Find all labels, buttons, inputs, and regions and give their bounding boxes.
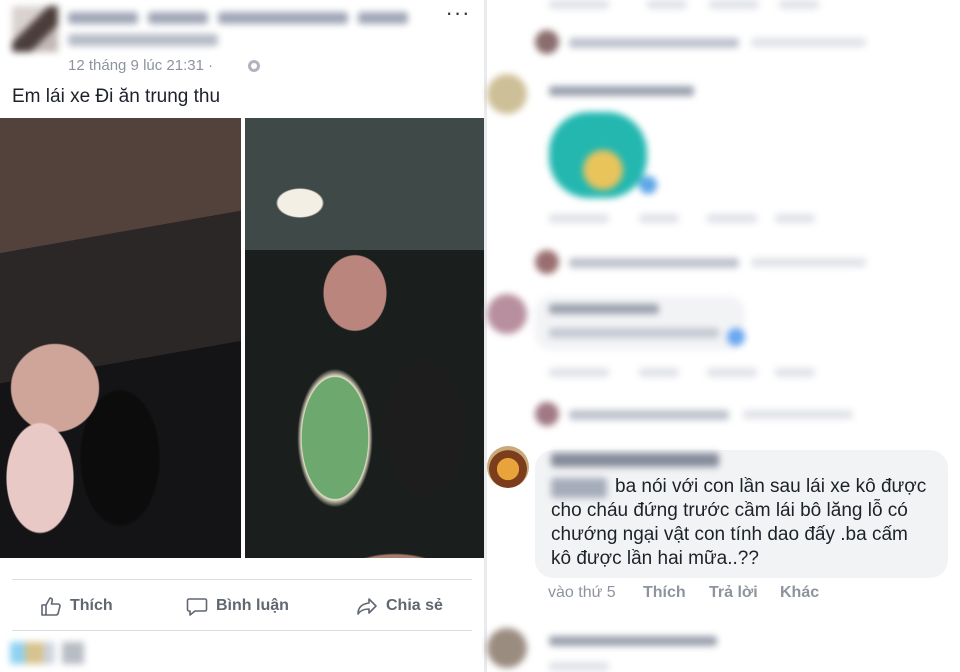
post-text: Em lái xe Đi ăn trung thu <box>12 86 221 107</box>
post-timestamp[interactable]: 12 tháng 9 lúc 21:31 · <box>68 57 213 74</box>
commenter-avatar[interactable] <box>487 446 529 488</box>
divider <box>12 579 472 580</box>
thumbs-up-icon <box>41 597 61 616</box>
comment-reply-link[interactable]: Trả lời <box>709 584 758 602</box>
like-button[interactable]: Thích <box>40 590 113 622</box>
author-name-blurred[interactable] <box>68 8 428 48</box>
comment-time[interactable]: vào thứ 5 <box>548 584 616 602</box>
divider <box>12 630 472 631</box>
comment-label: Bình luận <box>216 597 289 614</box>
avatar[interactable] <box>487 74 527 114</box>
like-label: Thích <box>70 597 113 614</box>
commenter-name-blurred[interactable] <box>551 453 719 467</box>
post-photo-1[interactable] <box>0 118 241 558</box>
post-panel: ··· 12 tháng 9 lúc 21:31 · Em lái xe Đi … <box>0 0 484 672</box>
comment-text: ba nói với con lần sau lái xe kô được ch… <box>551 476 927 569</box>
avatar[interactable] <box>535 30 559 54</box>
comment-button[interactable]: Bình luận <box>186 590 289 622</box>
comment-more-link[interactable]: Khác <box>780 584 819 602</box>
share-icon <box>357 598 377 615</box>
reactions-blurred[interactable] <box>10 642 84 664</box>
share-label: Chia sẻ <box>386 597 443 614</box>
avatar[interactable] <box>487 294 527 334</box>
avatar[interactable] <box>487 628 527 668</box>
more-options-icon[interactable]: ··· <box>444 2 472 28</box>
avatar[interactable] <box>535 402 559 426</box>
comment-icon <box>186 598 208 616</box>
avatar[interactable] <box>535 250 559 274</box>
author-avatar[interactable] <box>12 6 58 52</box>
globe-icon <box>248 60 260 72</box>
share-button[interactable]: Chia sẻ <box>356 590 443 622</box>
comments-panel: ba nói với con lần sau lái xe kô được ch… <box>487 0 960 672</box>
comment-like-link[interactable]: Thích <box>643 584 686 602</box>
post-photo-2[interactable] <box>245 118 484 558</box>
